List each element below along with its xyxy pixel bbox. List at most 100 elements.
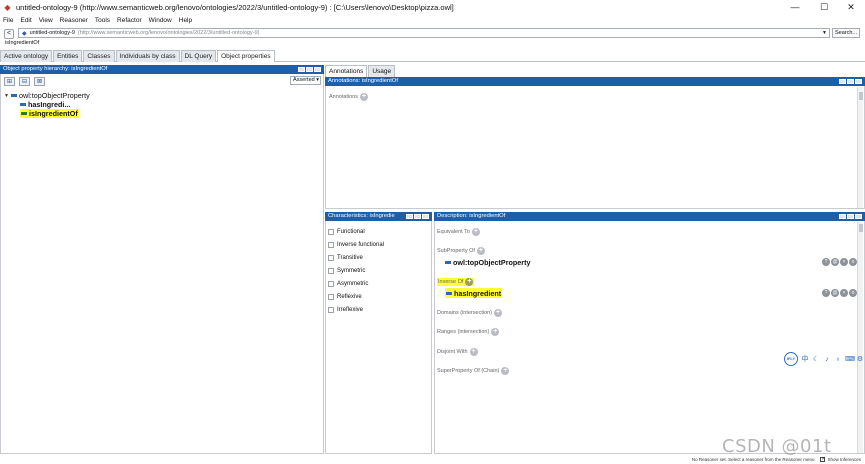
- edit-icon[interactable]: o: [849, 289, 857, 297]
- ime-badge[interactable]: IFLY: [784, 352, 798, 366]
- menu-reasoner[interactable]: Reasoner: [60, 17, 88, 24]
- menu-file[interactable]: File: [3, 17, 13, 24]
- panel-view-icon[interactable]: [839, 214, 846, 219]
- menu-view[interactable]: View: [39, 17, 53, 24]
- annotations-header-title: Annotations: isIngredientOf: [328, 78, 398, 84]
- panel-close-icon[interactable]: [422, 214, 429, 219]
- add-range-icon[interactable]: +: [491, 328, 500, 336]
- add-annotation-icon[interactable]: +: [360, 93, 369, 101]
- panel-maximize-icon[interactable]: [306, 67, 313, 72]
- characteristic-asymmetric[interactable]: Asymmetric: [328, 279, 368, 288]
- characteristic-inverse-functional[interactable]: Inverse functional: [328, 240, 384, 249]
- help-icon[interactable]: ?: [822, 289, 830, 297]
- tree-collapse-icon[interactable]: ▼: [4, 93, 11, 99]
- menu-tools[interactable]: Tools: [95, 17, 110, 24]
- add-subproperty-icon[interactable]: +: [476, 247, 485, 255]
- language-toggle-icon[interactable]: 中: [801, 354, 809, 364]
- transitive-checkbox[interactable]: [328, 254, 334, 261]
- settings-gear-icon[interactable]: ⚙: [856, 355, 864, 363]
- add-sub-property-icon[interactable]: ⊞: [4, 76, 15, 86]
- add-sibling-property-icon[interactable]: ⊟: [19, 76, 30, 86]
- add-disjoint-icon[interactable]: +: [469, 348, 478, 356]
- panel-view-icon[interactable]: [839, 79, 846, 84]
- symmetric-checkbox[interactable]: [328, 267, 334, 274]
- panel-close-icon[interactable]: [855, 79, 862, 84]
- asserted-dropdown[interactable]: Asserted ▾: [290, 76, 321, 85]
- functional-checkbox[interactable]: [328, 228, 334, 235]
- reflexive-checkbox[interactable]: [328, 293, 334, 300]
- tab-active-ontology[interactable]: Active ontology: [0, 50, 53, 62]
- tab-classes[interactable]: Classes: [83, 50, 115, 62]
- tree-node-has-ingredient[interactable]: hasIngredi...: [20, 100, 70, 109]
- tab-individuals-by-class[interactable]: Individuals by class: [115, 50, 180, 62]
- panel-close-icon[interactable]: [314, 67, 321, 72]
- punctuation-icon[interactable]: ♪: [823, 356, 831, 363]
- inverse-of-section: Inverse Of +: [437, 278, 475, 286]
- menu-refactor[interactable]: Refactor: [117, 17, 142, 24]
- add-equivalent-icon[interactable]: +: [471, 228, 480, 236]
- inverse-functional-checkbox[interactable]: [328, 241, 334, 248]
- scroll-thumb[interactable]: [859, 92, 863, 100]
- microphone-icon[interactable]: ♁: [834, 356, 842, 363]
- menu-edit[interactable]: Edit: [20, 17, 31, 24]
- subproperty-entry[interactable]: owl:topObjectProperty: [445, 257, 530, 267]
- help-icon[interactable]: ?: [822, 258, 830, 266]
- description-scrollbar[interactable]: [857, 222, 863, 453]
- characteristics-header-title: Characteristics: isIngredie: [328, 213, 395, 219]
- remove-icon[interactable]: ×: [840, 258, 848, 266]
- asymmetric-checkbox[interactable]: [328, 280, 334, 287]
- panel-maximize-icon[interactable]: [847, 79, 854, 84]
- characteristic-reflexive[interactable]: Reflexive: [328, 292, 362, 301]
- search-button[interactable]: Search...: [832, 28, 860, 38]
- back-button[interactable]: <: [4, 28, 14, 39]
- panel-maximize-icon[interactable]: [414, 214, 421, 219]
- tab-entities[interactable]: Entities: [53, 50, 83, 62]
- characteristic-functional[interactable]: Functional: [328, 227, 365, 236]
- keyboard-icon[interactable]: ⌨: [845, 355, 855, 363]
- irreflexive-checkbox[interactable]: [328, 306, 334, 313]
- tree-node-is-ingredient-of[interactable]: isIngredientOf: [20, 109, 79, 118]
- characteristic-transitive[interactable]: Transitive: [328, 253, 363, 262]
- window-titlebar: ◆ untitled-ontology-9 (http://www.semant…: [0, 0, 865, 14]
- annotate-icon[interactable]: @: [831, 258, 839, 266]
- delete-property-icon[interactable]: ⊠: [34, 76, 45, 86]
- panel-view-buttons[interactable]: [839, 214, 862, 219]
- remove-icon[interactable]: ×: [840, 289, 848, 297]
- edit-icon[interactable]: o: [849, 258, 857, 266]
- panel-maximize-icon[interactable]: [847, 214, 854, 219]
- panel-view-buttons[interactable]: [298, 67, 321, 72]
- dropdown-arrow-icon[interactable]: ▼: [822, 29, 827, 38]
- tab-annotations[interactable]: Annotations: [325, 65, 368, 77]
- annotate-icon[interactable]: @: [831, 289, 839, 297]
- tab-usage[interactable]: Usage: [368, 65, 396, 77]
- ontology-address-bar: < ◆ untitled-ontology-9 (http://www.sema…: [0, 27, 865, 40]
- menu-window[interactable]: Window: [149, 17, 172, 24]
- maximize-icon[interactable]: ☐: [810, 0, 838, 14]
- panel-close-icon[interactable]: [855, 214, 862, 219]
- ontology-selector[interactable]: ◆ untitled-ontology-9 (http://www.semant…: [18, 28, 830, 38]
- panel-view-icon[interactable]: [298, 67, 305, 72]
- add-domain-icon[interactable]: +: [494, 309, 503, 317]
- panel-view-buttons[interactable]: [406, 214, 429, 219]
- panel-view-buttons[interactable]: [839, 79, 862, 84]
- panel-view-icon[interactable]: [406, 214, 413, 219]
- menu-help[interactable]: Help: [179, 17, 192, 24]
- characteristic-label: Reflexive: [337, 293, 362, 300]
- moon-icon[interactable]: ☾: [812, 355, 820, 363]
- inverse-of-entry[interactable]: hasIngredient: [445, 288, 503, 298]
- minimize-icon[interactable]: —: [781, 0, 809, 14]
- annotations-scrollbar[interactable]: [857, 87, 863, 208]
- show-inferences-checkbox[interactable]: [820, 456, 826, 462]
- characteristic-symmetric[interactable]: Symmetric: [328, 266, 365, 275]
- close-icon[interactable]: ✕: [837, 0, 865, 14]
- inverse-of-highlight: Inverse Of +: [437, 278, 475, 286]
- add-inverse-icon[interactable]: +: [465, 278, 474, 286]
- scroll-thumb[interactable]: [859, 224, 863, 232]
- tree-node-top-object-property[interactable]: ▼ owl:topObjectProperty: [4, 91, 90, 100]
- tab-dl-query[interactable]: DL Query: [180, 50, 217, 62]
- characteristic-label: Transitive: [337, 254, 363, 261]
- add-chain-icon[interactable]: +: [501, 367, 510, 375]
- characteristic-irreflexive[interactable]: Irreflexive: [328, 305, 363, 314]
- tab-object-properties[interactable]: Object properties: [217, 50, 275, 62]
- inverse-value-highlight: hasIngredient: [445, 288, 503, 298]
